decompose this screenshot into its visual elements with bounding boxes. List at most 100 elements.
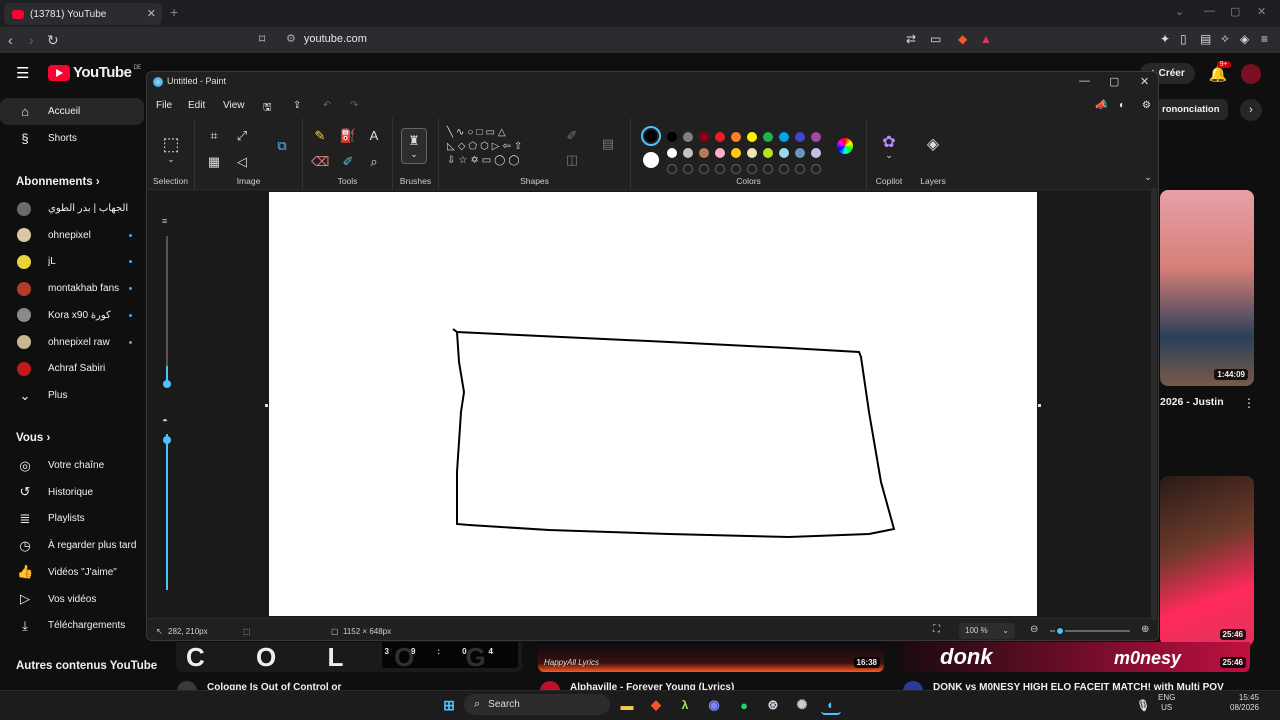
color-swatch[interactable] xyxy=(715,148,725,158)
zoom-slider-knob[interactable] xyxy=(1055,626,1065,636)
youtube-logo[interactable]: YouTube DE xyxy=(48,64,141,81)
forward-icon[interactable]: › xyxy=(29,32,34,48)
menu-view[interactable]: View xyxy=(223,100,245,111)
hamburger-menu-icon[interactable]: ☰ xyxy=(16,64,29,82)
color-swatch[interactable] xyxy=(731,132,741,142)
custom-color-slot[interactable] xyxy=(747,164,757,174)
eraser-icon[interactable]: ⌫ xyxy=(311,154,329,170)
resize-handle[interactable] xyxy=(265,404,268,407)
subscription-item[interactable]: montakhab fans xyxy=(0,275,144,302)
color-swatch[interactable] xyxy=(811,132,821,142)
text-icon[interactable]: A xyxy=(365,128,383,143)
brave-shield-icon[interactable]: ◆ xyxy=(958,32,967,46)
video-title[interactable]: 2026 - Justin xyxy=(1160,396,1224,408)
browser-tab[interactable]: (13781) YouTube ✕ xyxy=(4,3,162,25)
minimize-icon[interactable]: — xyxy=(1204,5,1215,17)
close-window-icon[interactable]: ✕ xyxy=(1257,5,1266,18)
account-icon[interactable]: ◐ xyxy=(1119,100,1125,111)
sidebar-item-you[interactable]: ↺ Historique xyxy=(0,479,144,506)
pencil-icon[interactable]: ✎ xyxy=(311,128,329,144)
subscription-item[interactable]: ohnepixel raw xyxy=(0,329,144,356)
video-thumbnail[interactable]: 25:46 xyxy=(1160,476,1254,646)
color-swatch[interactable] xyxy=(731,148,741,158)
color-swatch[interactable] xyxy=(779,132,789,142)
language-indicator[interactable]: ENG US xyxy=(1158,693,1175,713)
steam-icon[interactable]: ⊛ xyxy=(763,695,783,715)
fill-style-icon[interactable]: ◫ xyxy=(563,152,581,168)
share-icon[interactable]: ⇪ xyxy=(293,100,301,111)
extensions-icon[interactable]: ✦ xyxy=(1160,32,1170,46)
rotate-icon[interactable]: ◁ xyxy=(233,154,251,170)
rectangle-select-icon[interactable]: ⬚ xyxy=(162,134,180,155)
subscription-item[interactable]: Kora x90 كورة xyxy=(0,302,144,329)
site-info-icon[interactable]: ⚙ xyxy=(286,33,296,45)
custom-color-slot[interactable] xyxy=(683,164,693,174)
resize-handle[interactable] xyxy=(1038,404,1041,407)
subscription-item[interactable]: Achraf Sabiri xyxy=(0,355,144,382)
drawing-canvas[interactable] xyxy=(269,192,1037,616)
crop-icon[interactable]: ⌗ xyxy=(205,128,223,144)
chip-next-icon[interactable]: › xyxy=(1240,99,1262,121)
sidebar-item-you[interactable]: ◎ Votre chaîne xyxy=(0,452,144,479)
color-swatch[interactable] xyxy=(763,148,773,158)
settings-gear-icon[interactable]: ⚙ xyxy=(1142,100,1151,111)
custom-color-slot[interactable] xyxy=(811,164,821,174)
save-icon[interactable]: 🖫 xyxy=(263,100,272,117)
new-tab-button[interactable]: + xyxy=(170,4,178,20)
copilot-icon[interactable]: ✿ xyxy=(880,132,898,152)
file-explorer-icon[interactable]: ▬ xyxy=(617,695,637,715)
leo-icon[interactable]: ✧ xyxy=(1220,32,1230,46)
color-swatch[interactable] xyxy=(699,132,709,142)
more-options-icon[interactable]: ⋮ xyxy=(1243,396,1255,410)
chevron-down-icon[interactable]: ⌄ xyxy=(162,154,180,165)
subscriptions-heading[interactable]: Abonnements › xyxy=(16,176,100,188)
taskbar-search[interactable]: ⌕ Search xyxy=(464,694,610,715)
redo-icon[interactable]: ↷ xyxy=(350,100,358,111)
sidebar-icon[interactable]: ▯ xyxy=(1180,32,1187,46)
paint-taskbar-icon[interactable]: ◐ xyxy=(821,695,841,715)
fill-icon[interactable]: ⛽ xyxy=(339,128,357,144)
color-swatch[interactable] xyxy=(779,148,789,158)
filter-chip[interactable]: rononciation xyxy=(1154,99,1228,120)
resize-icon[interactable]: ⤢ xyxy=(233,128,251,144)
menu-edit[interactable]: Edit xyxy=(188,100,205,111)
opacity-knob[interactable] xyxy=(163,436,171,444)
video-thumbnail[interactable]: HappyAll Lyrics 16:38 xyxy=(538,642,884,672)
app-icon[interactable]: ✺ xyxy=(792,695,812,715)
custom-color-slot[interactable] xyxy=(795,164,805,174)
video-thumbnail[interactable]: C O L O G N E 39:04 xyxy=(176,642,522,672)
fit-screen-icon[interactable]: ⛶ xyxy=(933,624,940,635)
discord-icon[interactable]: ◉ xyxy=(704,695,724,715)
shapes-gallery[interactable]: ╲∿○□▭△ ◺◇⬠⬡▷⇦⇧ ⇩☆✡▭◯◯ xyxy=(447,126,551,170)
video-thumbnail[interactable]: 1:44:09 xyxy=(1160,190,1254,386)
translate-icon[interactable]: ⇄ xyxy=(906,32,916,46)
custom-color-slot[interactable] xyxy=(731,164,741,174)
color-picker-icon[interactable]: ✐ xyxy=(339,154,357,170)
windows-start-icon[interactable]: ⊞ xyxy=(439,695,459,715)
undo-icon[interactable]: ↶ xyxy=(323,100,331,111)
video-thumbnail[interactable]: donk m0nesy 25:46 xyxy=(900,642,1250,672)
vpn-icon[interactable]: ◈ xyxy=(1240,32,1249,46)
maximize-icon[interactable]: ▢ xyxy=(1109,75,1119,88)
subscription-item[interactable]: ـية الجهاب | بدر الطوي xyxy=(0,195,144,222)
magnifier-icon[interactable]: ⌕ xyxy=(365,154,383,170)
cast-icon[interactable]: ▭ xyxy=(930,32,941,46)
color-swatch[interactable] xyxy=(747,132,757,142)
shape-size-icon[interactable]: ▤ xyxy=(599,136,617,152)
color-swatch[interactable] xyxy=(763,132,773,142)
color-swatch[interactable] xyxy=(715,132,725,142)
reload-icon[interactable]: ↻ xyxy=(47,32,59,49)
color-swatch[interactable] xyxy=(795,132,805,142)
sidebar-item-you[interactable]: ⤓ Téléchargements xyxy=(0,612,144,639)
color-swatch[interactable] xyxy=(747,148,757,158)
brush-size-slider[interactable]: ≡ ◓ xyxy=(162,210,172,600)
custom-color-slot[interactable] xyxy=(779,164,789,174)
sidebar-item-you[interactable]: ◷ À regarder plus tard xyxy=(0,532,144,559)
color-swatch[interactable] xyxy=(683,132,693,142)
menu-file[interactable]: File xyxy=(156,100,172,111)
layers-icon[interactable]: ◈ xyxy=(924,134,942,154)
custom-color-slot[interactable] xyxy=(667,164,677,174)
clock[interactable]: 15:45 08/2026 xyxy=(1230,693,1259,713)
url-field[interactable]: ⚙ youtube.com xyxy=(286,32,367,45)
scrollbar[interactable] xyxy=(1151,190,1157,618)
